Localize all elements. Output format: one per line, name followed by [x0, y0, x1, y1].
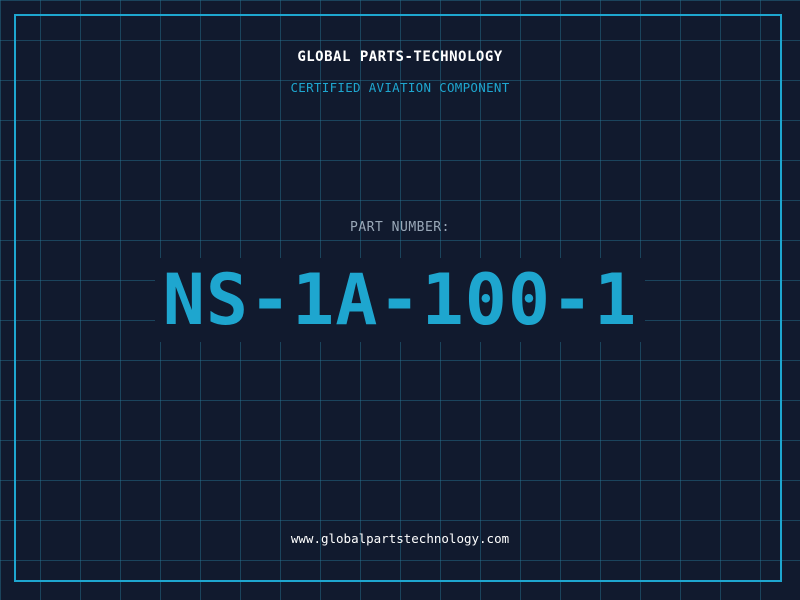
- part-number-value: NS-1A-100-1: [154, 258, 646, 342]
- part-number-container: NS-1A-100-1: [0, 258, 800, 342]
- certification-subtitle: CERTIFIED AVIATION COMPONENT: [290, 80, 510, 95]
- part-card: GLOBAL PARTS-TECHNOLOGY CERTIFIED AVIATI…: [0, 0, 800, 600]
- website-url: www.globalpartstechnology.com: [290, 531, 510, 546]
- company-name: GLOBAL PARTS-TECHNOLOGY: [297, 49, 503, 65]
- part-number-label: PART NUMBER:: [350, 220, 450, 235]
